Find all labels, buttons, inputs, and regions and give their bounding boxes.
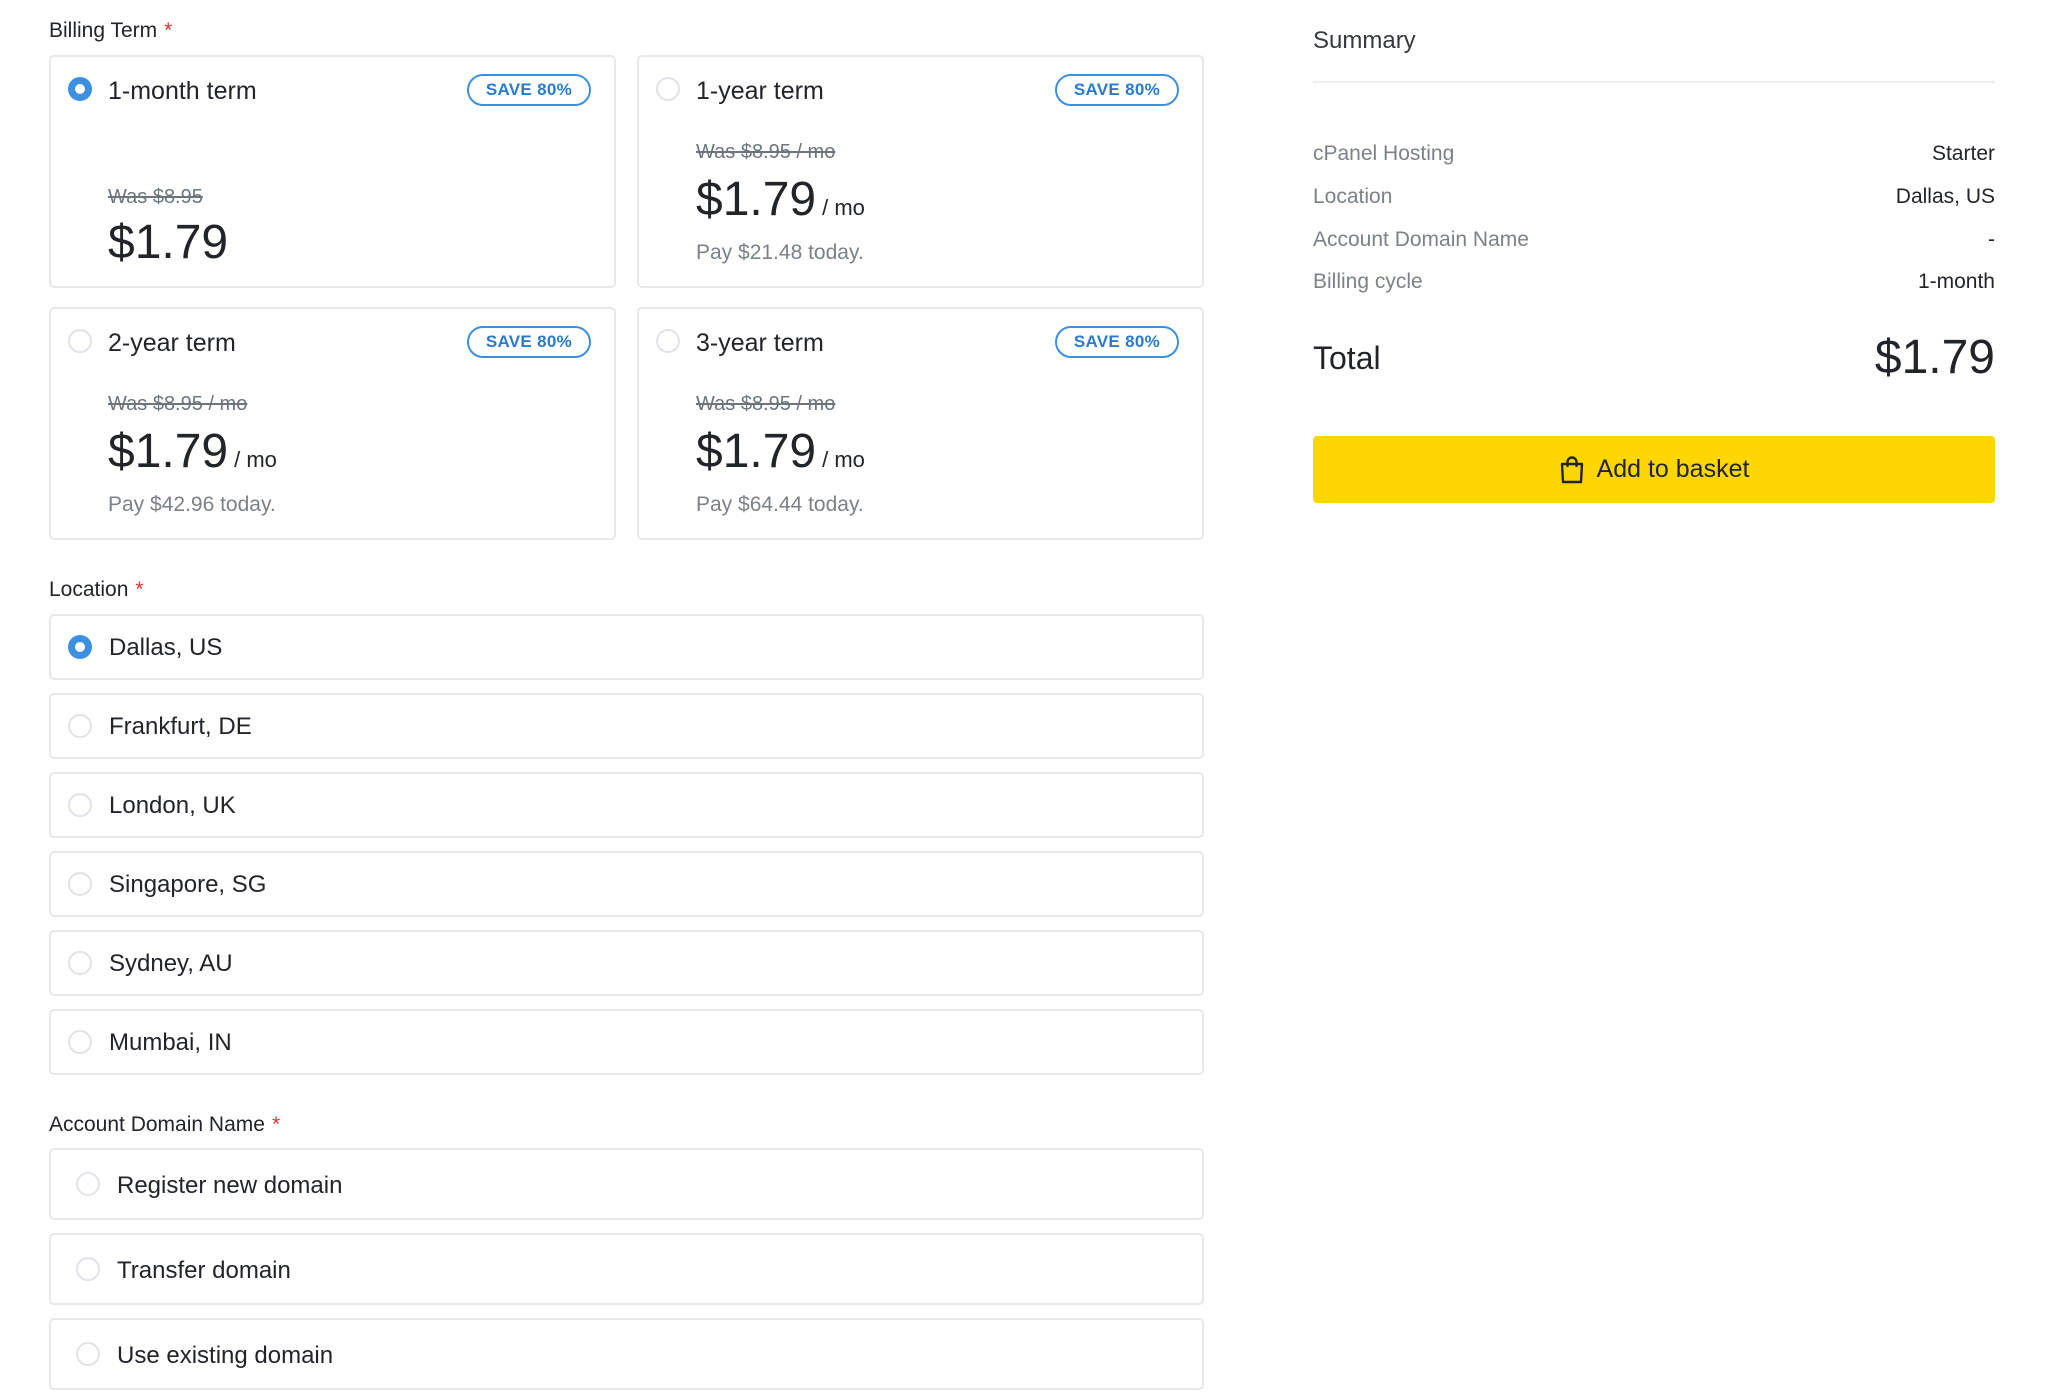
domain-option-register[interactable]: Register new domain	[49, 1148, 1204, 1220]
save-badge: SAVE 80%	[466, 74, 591, 106]
location-option-label: Mumbai, IN	[109, 1029, 232, 1056]
summary-row-value: -	[1988, 228, 1995, 251]
term-title: 1-year term	[696, 77, 824, 105]
was-price: Was $8.95 / mo	[108, 393, 248, 415]
was-price: Was $8.95	[108, 186, 203, 208]
radio-button[interactable]	[68, 793, 92, 817]
domain-option-existing[interactable]: Use existing domain	[49, 1318, 1204, 1390]
domain-option-transfer[interactable]: Transfer domain	[49, 1233, 1204, 1305]
billing-term-label-text: Billing Term	[49, 19, 158, 42]
radio-button[interactable]	[68, 1030, 92, 1054]
total-label: Total	[1313, 340, 1381, 376]
radio-button[interactable]	[656, 329, 680, 353]
shopping-bag-icon	[1559, 455, 1585, 484]
radio-button[interactable]	[68, 872, 92, 896]
radio-button[interactable]	[68, 714, 92, 738]
save-badge: SAVE 80%	[1054, 74, 1179, 106]
location-label: Location *	[49, 578, 144, 602]
pay-today: Pay $21.48 today.	[696, 241, 864, 264]
location-option-label: Frankfurt, DE	[109, 713, 252, 740]
order-form-page: Billing Term * 1-month term SAVE 80% Was …	[0, 0, 2063, 1397]
radio-button[interactable]	[76, 1172, 100, 1196]
summary-divider	[1313, 81, 1995, 83]
pay-today: Pay $42.96 today.	[108, 493, 276, 516]
term-price: $1.79	[696, 425, 817, 478]
location-option-london[interactable]: London, UK	[49, 772, 1204, 838]
radio-button-checked[interactable]	[68, 635, 92, 659]
save-badge: SAVE 80%	[1054, 326, 1179, 358]
radio-button[interactable]	[656, 77, 680, 101]
term-title: 2-year term	[108, 329, 236, 357]
location-option-label: Sydney, AU	[109, 950, 233, 977]
was-price: Was $8.95 / mo	[696, 393, 836, 415]
price-line: $1.79/ mo	[108, 424, 277, 479]
domain-label: Account Domain Name *	[49, 1113, 280, 1137]
term-card-3-year[interactable]: 3-year term SAVE 80% Was $8.95 / mo $1.7…	[637, 307, 1204, 540]
required-marker: *	[271, 1113, 281, 1136]
price-line: $1.79	[108, 215, 228, 270]
radio-button[interactable]	[76, 1257, 100, 1281]
term-price: $1.79	[108, 216, 229, 269]
radio-button[interactable]	[68, 951, 92, 975]
add-to-basket-label: Add to basket	[1596, 455, 1750, 483]
required-marker: *	[164, 19, 173, 42]
location-label-text: Location	[49, 578, 129, 601]
domain-option-label: Register new domain	[117, 1172, 343, 1199]
term-price: $1.79	[108, 425, 229, 478]
per-month: / mo	[234, 447, 277, 472]
term-title: 3-year term	[696, 329, 824, 357]
radio-button[interactable]	[68, 329, 92, 353]
total-value: $1.79	[1874, 331, 1995, 384]
term-title: 1-month term	[108, 77, 257, 105]
pay-today: Pay $64.44 today.	[696, 493, 864, 516]
radio-button-checked[interactable]	[68, 77, 92, 101]
summary-row-value: Dallas, US	[1895, 185, 1995, 208]
per-month: / mo	[822, 195, 865, 220]
price-line: $1.79/ mo	[696, 172, 865, 227]
summary-title: Summary	[1313, 27, 1416, 54]
location-option-label: Singapore, SG	[109, 871, 267, 898]
summary-row-label: Account Domain Name	[1313, 228, 1529, 251]
location-option-label: London, UK	[109, 792, 236, 819]
domain-label-text: Account Domain Name	[49, 1113, 265, 1136]
location-option-mumbai[interactable]: Mumbai, IN	[49, 1009, 1204, 1075]
location-option-frankfurt[interactable]: Frankfurt, DE	[49, 693, 1204, 759]
term-card-1-month[interactable]: 1-month term SAVE 80% Was $8.95 $1.79	[49, 55, 616, 288]
domain-option-label: Use existing domain	[117, 1342, 334, 1369]
summary-row-label: Billing cycle	[1313, 270, 1423, 293]
summary-row-label: Location	[1313, 185, 1393, 208]
was-price: Was $8.95 / mo	[696, 141, 836, 163]
location-option-label: Dallas, US	[109, 634, 223, 661]
summary-row-value: Starter	[1931, 142, 1995, 165]
term-card-1-year[interactable]: 1-year term SAVE 80% Was $8.95 / mo $1.7…	[637, 55, 1204, 288]
term-card-2-year[interactable]: 2-year term SAVE 80% Was $8.95 / mo $1.7…	[49, 307, 616, 540]
required-marker: *	[135, 578, 144, 601]
radio-button[interactable]	[76, 1342, 100, 1366]
billing-term-label: Billing Term *	[49, 19, 172, 43]
price-line: $1.79/ mo	[696, 424, 865, 479]
summary-row-value: 1-month	[1917, 270, 1995, 293]
term-price: $1.79	[696, 173, 817, 226]
location-option-sydney[interactable]: Sydney, AU	[49, 930, 1204, 996]
location-option-singapore[interactable]: Singapore, SG	[49, 851, 1204, 917]
save-badge: SAVE 80%	[466, 326, 591, 358]
add-to-basket-button[interactable]: Add to basket	[1313, 436, 1995, 503]
domain-option-label: Transfer domain	[117, 1257, 291, 1284]
summary-row-label: cPanel Hosting	[1313, 142, 1455, 165]
location-option-dallas[interactable]: Dallas, US	[49, 614, 1204, 680]
per-month: / mo	[822, 447, 865, 472]
